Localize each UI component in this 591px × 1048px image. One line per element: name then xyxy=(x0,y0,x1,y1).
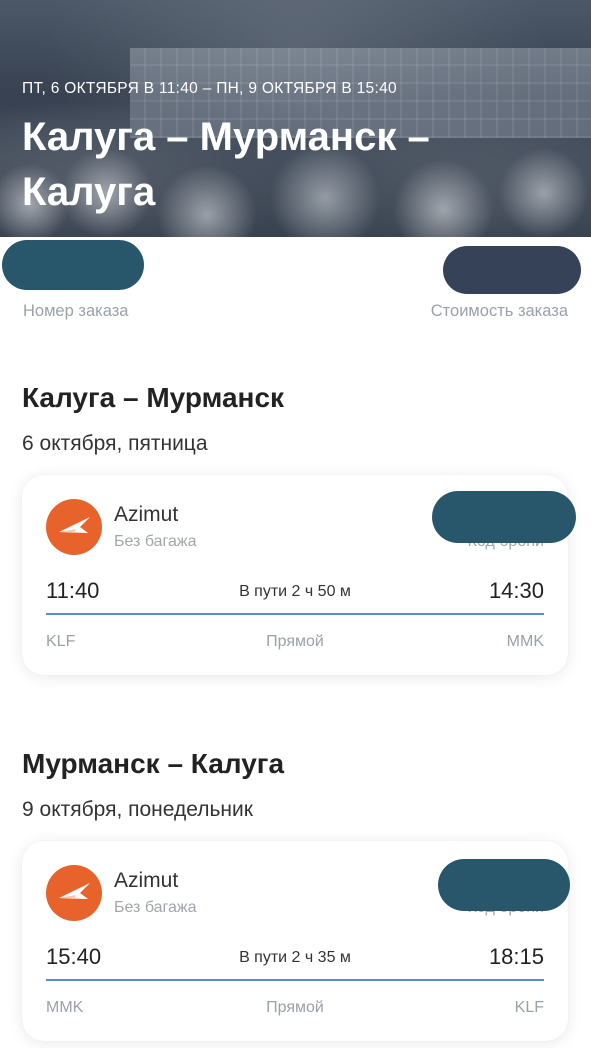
arrival-airport: MMK xyxy=(506,633,544,650)
arrival-time: 18:15 xyxy=(488,944,544,969)
azimut-logo-icon xyxy=(46,499,102,555)
route-line xyxy=(46,613,544,615)
flight-duration: В пути 2 ч 35 м xyxy=(239,949,351,966)
route-line xyxy=(46,979,544,981)
arrival-airport: KLF xyxy=(514,999,544,1016)
hero-banner: ПТ, 6 ОКТЯБРЯ В 11:40 – ПН, 9 ОКТЯБРЯ В … xyxy=(0,0,591,237)
azimut-logo-icon xyxy=(46,865,102,921)
airline-name: Azimut xyxy=(114,503,179,526)
flight-card[interactable]: Azimut Без багажа Код брони 15:40 В пути… xyxy=(22,841,570,1041)
trip-title: Калуга – Мурманск – Калуга xyxy=(22,115,430,214)
booking-code-redacted xyxy=(438,859,570,911)
arrival-time: 14:30 xyxy=(488,578,544,603)
flight-duration: В пути 2 ч 50 м xyxy=(239,583,351,600)
airline-name: Azimut xyxy=(114,869,179,892)
segment-date: 9 октября, понедельник xyxy=(22,798,253,821)
segment-route: Мурманск – Калуга xyxy=(22,748,285,779)
baggage-info: Без багажа xyxy=(114,899,197,916)
booking-code-redacted xyxy=(432,491,576,543)
flight-card[interactable]: Azimut Без багажа Код брони 11:40 В пути… xyxy=(22,475,576,675)
order-number-redacted xyxy=(2,240,144,290)
order-number-label: Номер заказа xyxy=(23,302,129,320)
stops-info: Прямой xyxy=(266,999,324,1016)
segment-date: 6 октября, пятница xyxy=(22,432,208,455)
stops-info: Прямой xyxy=(266,633,324,650)
trip-dates: ПТ, 6 ОКТЯБРЯ В 11:40 – ПН, 9 ОКТЯБРЯ В … xyxy=(22,80,397,97)
order-cost-label: Стоимость заказа xyxy=(430,302,568,320)
segment-route: Калуга – Мурманск xyxy=(22,382,285,413)
baggage-info: Без багажа xyxy=(114,533,197,550)
order-cost-redacted xyxy=(443,246,581,294)
